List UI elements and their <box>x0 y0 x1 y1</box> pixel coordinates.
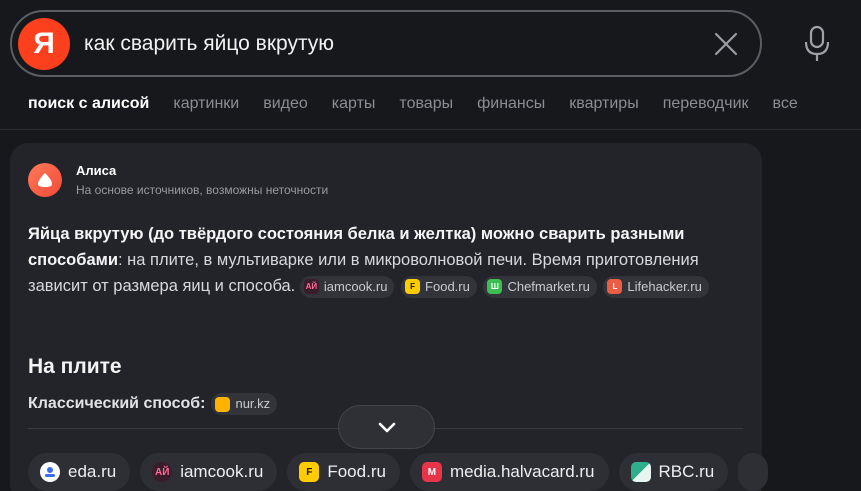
tabs-divider <box>0 129 861 130</box>
source-label: RBC.ru <box>658 462 715 481</box>
rbc-icon <box>630 462 651 482</box>
food-icon: F <box>405 279 421 295</box>
iamcook-icon: АЙ <box>303 279 319 295</box>
alice-name: Алиса <box>76 163 117 178</box>
tab-maps[interactable]: карты <box>332 93 376 117</box>
tab-images[interactable]: картинки <box>173 93 239 117</box>
nurkz-icon <box>215 396 231 412</box>
tab-finance[interactable]: финансы <box>477 93 545 117</box>
search-bar[interactable]: Я как сварить яйцо вкрутую <box>10 10 762 77</box>
tab-realty[interactable]: квартиры <box>569 93 638 117</box>
source-chip-nurkz[interactable]: nur.kz <box>211 393 278 415</box>
lifehacker-icon: L <box>607 279 623 295</box>
source-label: iamcook.ru <box>180 462 264 481</box>
source-label: media.halvacard.ru <box>449 462 595 481</box>
search-tabs: поиск с алисой картинки видео карты това… <box>28 93 822 117</box>
chefmarket-icon: Ш <box>487 279 503 295</box>
source-chip-iamcook[interactable]: АЙ iamcook.ru <box>299 275 395 298</box>
expand-button[interactable] <box>338 405 435 449</box>
sources-row: eda.ru АЙ iamcook.ru F Food.ru M media.h… <box>28 453 769 491</box>
source-chip-food[interactable]: F Food.ru <box>401 275 477 298</box>
microphone-icon[interactable] <box>800 24 834 64</box>
tab-products[interactable]: товары <box>399 93 453 117</box>
alice-icon <box>28 163 62 197</box>
source-pill-more[interactable] <box>738 453 769 491</box>
source-pill-halvacard[interactable]: M media.halvacard.ru <box>409 453 609 491</box>
tab-translator[interactable]: переводчик <box>663 93 749 117</box>
section-title: На плите <box>28 355 122 378</box>
iamcook-icon: АЙ <box>152 462 173 482</box>
clear-icon[interactable] <box>712 30 740 58</box>
tab-all[interactable]: все <box>773 93 798 117</box>
source-chip-lifehacker[interactable]: L Lifehacker.ru <box>603 275 709 298</box>
source-label: Food.ru <box>327 462 386 481</box>
alice-disclaimer: На основе источников, возможны неточност… <box>76 183 329 197</box>
yandex-logo[interactable]: Я <box>18 18 70 70</box>
chip-label: Lifehacker.ru <box>627 278 702 294</box>
source-pill-food[interactable]: F Food.ru <box>287 453 400 491</box>
chevron-down-icon <box>378 422 395 433</box>
halvacard-icon: M <box>421 462 442 482</box>
alice-answer-text: Яйца вкрутую (до твёрдого состояния белк… <box>28 221 748 299</box>
chip-label: nur.kz <box>235 396 271 411</box>
subsection-label: Классический способ: <box>28 395 206 412</box>
search-input[interactable]: как сварить яйцо вкрутую <box>84 32 334 56</box>
source-pill-eda[interactable]: eda.ru <box>28 453 131 491</box>
eda-icon <box>40 462 60 482</box>
source-pill-iamcook[interactable]: АЙ iamcook.ru <box>140 453 278 491</box>
tab-alice-search[interactable]: поиск с алисой <box>28 93 149 117</box>
source-chip-chefmarket[interactable]: Ш Chefmarket.ru <box>483 275 597 298</box>
source-pill-rbc[interactable]: RBC.ru <box>618 453 729 491</box>
subsection-title: Классический способ: nur.kz <box>28 393 279 415</box>
chip-label: Chefmarket.ru <box>507 278 590 294</box>
tab-video[interactable]: видео <box>263 93 308 117</box>
food-icon: F <box>299 462 320 482</box>
chip-label: Food.ru <box>425 278 470 294</box>
source-label: eda.ru <box>68 462 117 481</box>
chip-label: iamcook.ru <box>323 278 388 294</box>
